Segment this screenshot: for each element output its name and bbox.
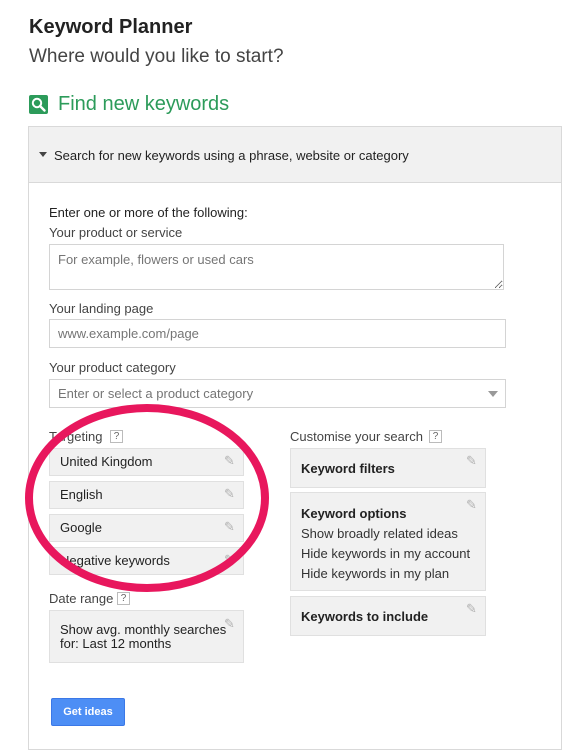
pencil-icon[interactable]: ✎	[224, 552, 235, 568]
pencil-icon[interactable]: ✎	[466, 601, 477, 617]
pencil-icon[interactable]: ✎	[466, 453, 477, 469]
find-new-keywords-heading: Find new keywords	[58, 93, 230, 115]
landing-page-label: Your landing page	[49, 301, 154, 316]
option-line: Show broadly related ideas	[301, 526, 458, 541]
option-line: Hide keywords in my plan	[301, 566, 450, 581]
caret-down-icon[interactable]	[39, 152, 47, 157]
targeting-negative-keywords[interactable]: Negative keywords	[49, 547, 244, 575]
date-range-label: Date range	[49, 591, 114, 606]
landing-page-input[interactable]	[49, 319, 506, 348]
targeting-location[interactable]: United Kingdom	[49, 448, 244, 476]
keywords-to-include[interactable]: Keywords to include	[290, 596, 486, 636]
keyword-filters-label: Keyword filters	[301, 461, 395, 476]
targeting-network[interactable]: Google	[49, 514, 244, 542]
page-subtitle: Where would you like to start?	[29, 46, 284, 67]
search-icon	[29, 95, 48, 114]
targeting-language[interactable]: English	[49, 481, 244, 509]
product-label: Your product or service	[49, 225, 183, 240]
page-title: Keyword Planner	[29, 16, 193, 38]
pencil-icon[interactable]: ✎	[466, 497, 477, 513]
targeting-language-label: English	[60, 487, 103, 502]
keyword-options-title: Keyword options	[301, 506, 407, 521]
targeting-label: Targeting	[49, 429, 103, 444]
help-icon[interactable]: ?	[110, 430, 123, 443]
form-instructions: Enter one or more of the following:	[49, 205, 248, 220]
pencil-icon[interactable]: ✎	[224, 453, 235, 469]
pencil-icon[interactable]: ✎	[224, 486, 235, 502]
date-range-selector[interactable]: Show avg. monthly searches for: Last 12 …	[49, 610, 244, 663]
customise-label: Customise your search	[290, 429, 423, 444]
product-category-label: Your product category	[49, 360, 176, 375]
keywords-to-include-label: Keywords to include	[301, 609, 429, 624]
targeting-negative-keywords-label: Negative keywords	[60, 553, 170, 568]
option-line: Hide keywords in my account	[301, 546, 471, 561]
panel-header-label[interactable]: Search for new keywords using a phrase, …	[54, 148, 409, 163]
date-range-line-2: for: Last 12 months	[60, 636, 172, 651]
keyword-filters[interactable]: Keyword filters	[290, 448, 486, 488]
pencil-icon[interactable]: ✎	[224, 519, 235, 535]
get-ideas-button[interactable]: Get ideas	[51, 698, 125, 726]
help-icon[interactable]: ?	[429, 430, 442, 443]
product-input[interactable]	[49, 244, 504, 290]
targeting-location-label: United Kingdom	[60, 454, 153, 469]
targeting-network-label: Google	[60, 520, 102, 535]
date-range-line-1: Show avg. monthly searches	[60, 622, 227, 637]
product-category-select[interactable]	[49, 379, 506, 408]
pencil-icon[interactable]: ✎	[224, 616, 235, 632]
chevron-down-icon[interactable]	[488, 391, 498, 397]
help-icon[interactable]: ?	[117, 592, 130, 605]
keyword-options[interactable]: Keyword options Show broadly related ide…	[290, 492, 486, 591]
